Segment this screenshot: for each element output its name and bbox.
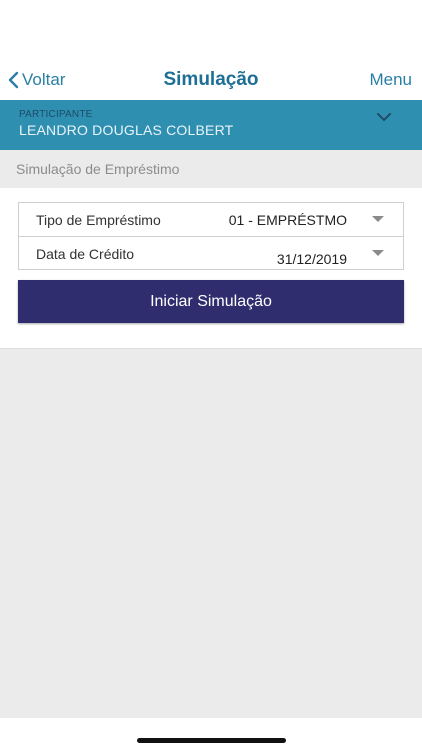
- participant-label: PARTICIPANTE: [19, 109, 93, 120]
- caret-down-icon: [372, 250, 384, 256]
- home-indicator[interactable]: [137, 738, 286, 743]
- credit-date-label: Data de Crédito: [36, 246, 135, 262]
- participant-selector[interactable]: PARTICIPANTE LEANDRO DOUGLAS COLBERT: [0, 100, 422, 150]
- caret-down-icon: [372, 216, 384, 222]
- loan-type-select[interactable]: Tipo de Empréstimo 01 - EMPRÉSTMO: [19, 203, 403, 237]
- chevron-down-icon: [377, 113, 391, 121]
- page-title: Simulação: [163, 69, 259, 90]
- credit-date-select[interactable]: Data de Crédito 31/12/2019: [19, 237, 403, 270]
- participant-name: LEANDRO DOUGLAS COLBERT: [19, 122, 234, 138]
- navigation-bar: Voltar Simulação Menu: [0, 0, 422, 100]
- loan-type-value: 01 - EMPRÉSTMO: [228, 212, 347, 228]
- home-indicator-area: [0, 718, 422, 750]
- form-fields: Tipo de Empréstimo 01 - EMPRÉSTMO Data d…: [18, 202, 404, 270]
- menu-button[interactable]: Menu: [369, 68, 412, 92]
- section-title: Simulação de Empréstimo: [16, 161, 180, 177]
- section-header: Simulação de Empréstimo: [0, 150, 422, 188]
- simulation-form: Tipo de Empréstimo 01 - EMPRÉSTMO Data d…: [0, 188, 422, 349]
- start-simulation-button[interactable]: Iniciar Simulação: [18, 280, 404, 323]
- credit-date-value: 31/12/2019: [276, 251, 347, 267]
- loan-type-label: Tipo de Empréstimo: [36, 212, 161, 228]
